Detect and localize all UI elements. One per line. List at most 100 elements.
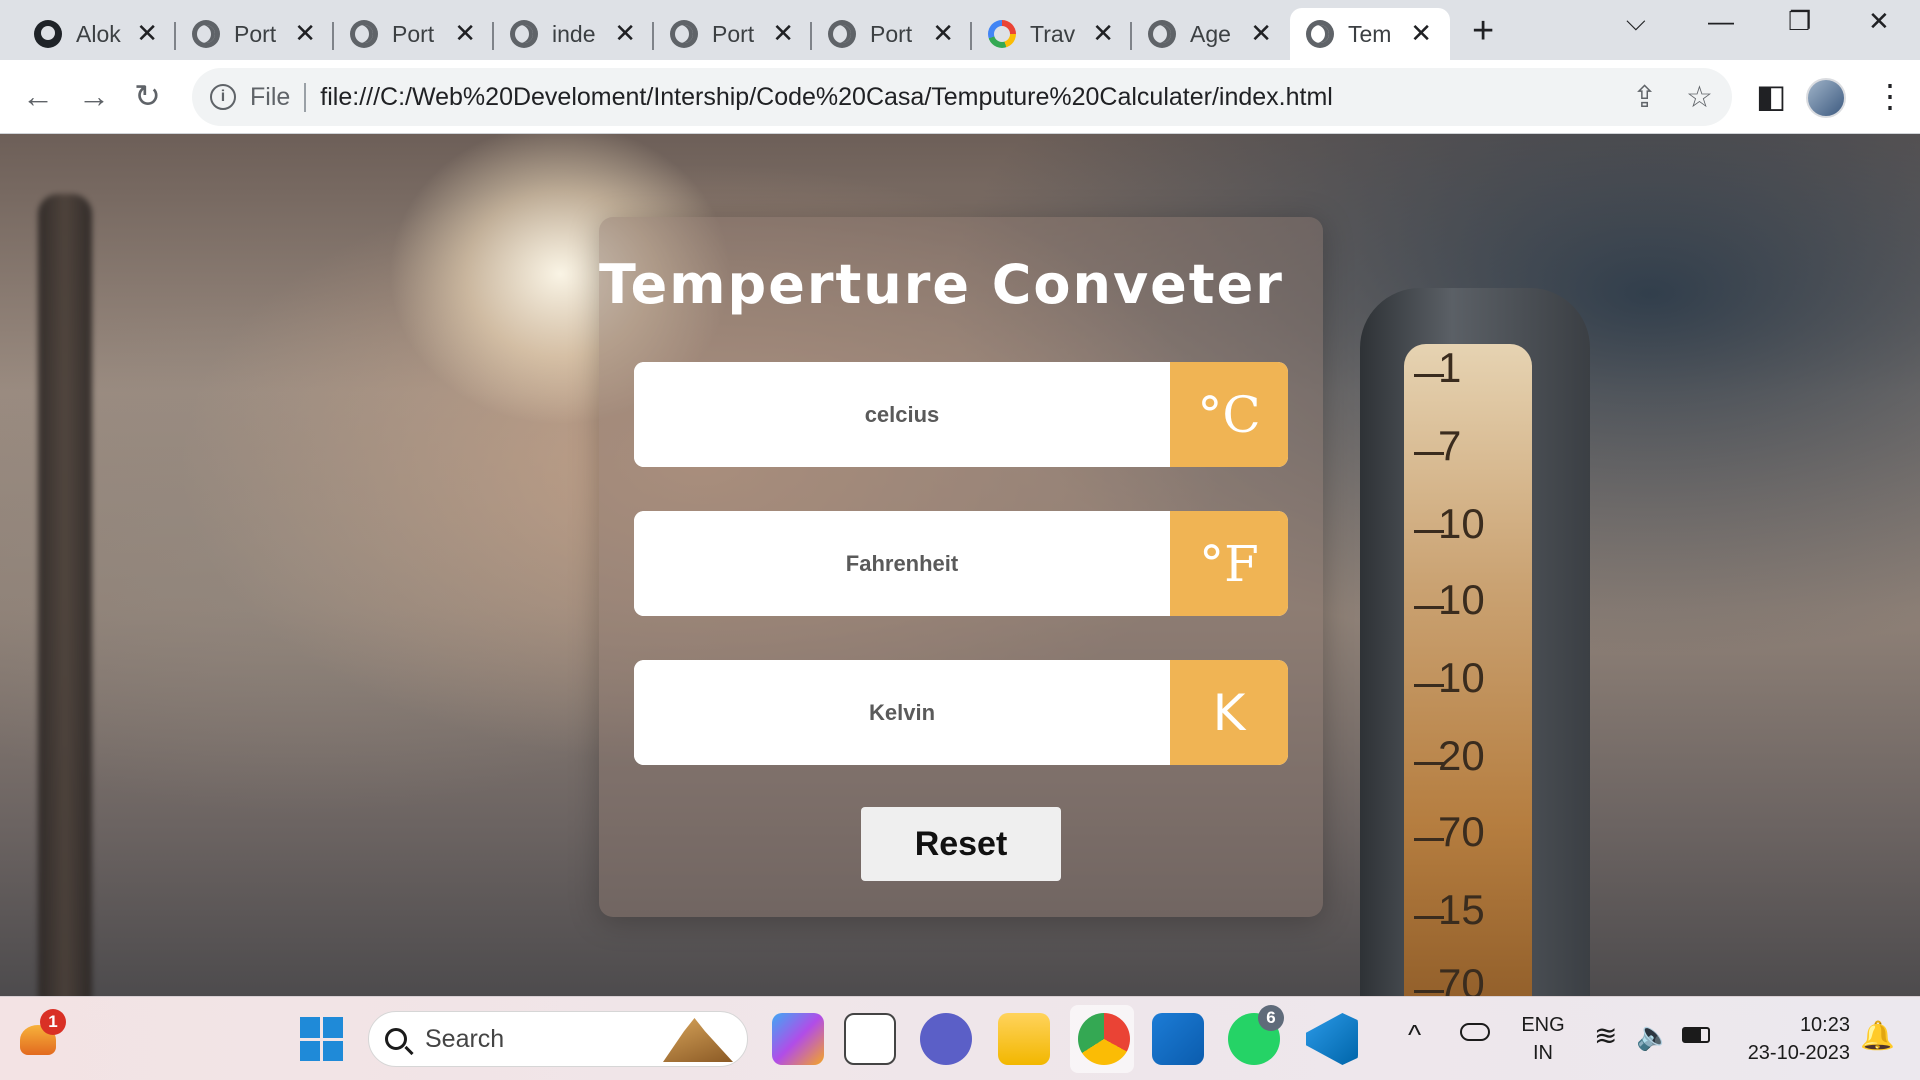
onedrive-icon[interactable]	[1460, 1023, 1490, 1041]
scale-label: 20	[1438, 732, 1485, 779]
clock-time: 10:23	[1799, 1014, 1850, 1036]
tab-active[interactable]: Tem ✕	[1290, 8, 1450, 60]
kelvin-row: K	[634, 660, 1288, 765]
clock[interactable]: 10:23 23-10-2023	[1730, 1011, 1850, 1067]
share-icon[interactable]: ⇪	[1632, 80, 1657, 115]
tab-title: Tem	[1348, 20, 1392, 47]
globe-icon	[192, 20, 220, 48]
task-view-icon[interactable]	[844, 1013, 896, 1065]
scale-label: 1	[1438, 344, 1462, 391]
tab-search-chevron-icon[interactable]: ⌵	[1626, 6, 1646, 38]
page-viewport: 1 7 10 10 10 20 70 15 70 Temperture Conv…	[0, 134, 1920, 996]
close-icon[interactable]: ✕	[294, 20, 316, 46]
scale-label: 15	[1438, 886, 1485, 933]
minimize-icon[interactable]: —	[1708, 6, 1734, 37]
whatsapp-badge: 6	[1258, 1005, 1284, 1031]
start-tile	[300, 1017, 320, 1038]
profile-avatar[interactable]	[1806, 78, 1846, 118]
reset-button[interactable]: Reset	[861, 807, 1061, 881]
fahrenheit-row: °F	[634, 511, 1288, 616]
volume-icon[interactable]: 🔈	[1636, 1019, 1671, 1052]
fahrenheit-unit-label: °F	[1170, 511, 1288, 616]
weather-widget[interactable]: 1	[18, 1009, 66, 1059]
notification-bell-icon[interactable]: 🔔	[1860, 1019, 1895, 1052]
wifi-icon[interactable]: ≋	[1594, 1019, 1617, 1052]
tab-4[interactable]: inde ✕	[494, 8, 654, 60]
clock-date: 23-10-2023	[1747, 1042, 1850, 1064]
teams-chat-icon[interactable]	[920, 1013, 972, 1065]
tab-title: Port	[712, 20, 755, 47]
language-indicator[interactable]: ENG IN	[1518, 1011, 1568, 1067]
fahrenheit-input[interactable]	[634, 511, 1170, 616]
menu-kebab-icon[interactable]: ⋮	[1874, 74, 1906, 118]
file-explorer-icon[interactable]	[998, 1013, 1050, 1065]
start-icon[interactable]	[300, 1017, 344, 1061]
scale-label: 70	[1438, 960, 1485, 996]
scale-label: 70	[1438, 808, 1485, 855]
store-icon[interactable]	[1152, 1013, 1204, 1065]
background-pole	[38, 194, 92, 996]
tab-6[interactable]: Port ✕	[812, 8, 972, 60]
close-icon[interactable]: ✕	[1250, 20, 1272, 46]
battery-icon[interactable]	[1682, 1027, 1710, 1043]
tab-5[interactable]: Port ✕	[654, 8, 812, 60]
side-panel-icon[interactable]: ◧	[1756, 74, 1786, 118]
tab-title: Port	[392, 20, 435, 47]
tab-title: Port	[234, 20, 277, 47]
info-icon[interactable]: i	[210, 84, 236, 110]
close-icon[interactable]: ✕	[772, 20, 794, 46]
github-icon	[34, 20, 62, 48]
address-bar[interactable]: i File file:///C:/Web%20Develoment/Inter…	[192, 68, 1732, 126]
globe-icon	[350, 20, 378, 48]
tab-3[interactable]: Port ✕	[334, 8, 494, 60]
close-icon[interactable]: ✕	[614, 20, 636, 46]
globe-icon	[1306, 20, 1334, 48]
notification-badge: 1	[40, 1009, 66, 1035]
close-icon[interactable]: ✕	[1092, 20, 1114, 46]
close-icon[interactable]: ✕	[136, 20, 158, 46]
tab-title: inde	[552, 20, 596, 47]
search-highlight-image	[663, 1018, 733, 1062]
reload-icon[interactable]: ↻	[134, 74, 161, 118]
search-label: Search	[425, 1024, 505, 1053]
forward-icon[interactable]: →	[78, 74, 110, 118]
tab-title: Trav	[1030, 20, 1076, 47]
tab-7[interactable]: Trav ✕	[972, 8, 1132, 60]
converter-card: Temperture Conveter 🌡 °C °F K Reset	[599, 217, 1323, 917]
new-tab-icon[interactable]: +	[1472, 10, 1494, 53]
whatsapp-icon[interactable]: 6	[1228, 1005, 1284, 1065]
tab-8[interactable]: Age ✕	[1132, 8, 1290, 60]
thermometer-scale: 1 7 10 10 10 20 70 15 70	[1404, 344, 1532, 996]
close-icon[interactable]: ✕	[1410, 20, 1432, 46]
back-icon[interactable]: ←	[22, 74, 54, 118]
language-line: IN	[1533, 1042, 1553, 1064]
scale-label: 10	[1438, 654, 1485, 701]
chrome-icon[interactable]	[1078, 1013, 1130, 1065]
copilot-icon[interactable]	[772, 1013, 824, 1065]
start-tile	[323, 1040, 343, 1061]
scale-label: 10	[1438, 576, 1485, 623]
celsius-unit-label: °C	[1170, 362, 1288, 467]
vscode-icon[interactable]	[1306, 1013, 1358, 1065]
tab-1[interactable]: Alok ✕	[18, 8, 176, 60]
kelvin-unit-label: K	[1170, 660, 1288, 765]
bookmark-star-icon[interactable]: ☆	[1686, 80, 1713, 115]
restore-icon[interactable]: ❐	[1788, 6, 1811, 37]
globe-icon	[510, 20, 538, 48]
celsius-row: °C	[634, 362, 1288, 467]
taskbar: 1 Search 6 ^ ENG IN ≋ 🔈 10:23 23-10-2023…	[0, 996, 1920, 1080]
globe-icon	[670, 20, 698, 48]
taskbar-search[interactable]: Search	[368, 1011, 748, 1067]
url-text[interactable]: file:///C:/Web%20Develoment/Intership/Co…	[320, 83, 1333, 112]
search-icon	[385, 1028, 407, 1050]
tray-chevron-icon[interactable]: ^	[1408, 1019, 1421, 1051]
scale-label: 10	[1438, 500, 1485, 547]
scheme-label: File	[250, 82, 307, 112]
close-icon[interactable]: ✕	[454, 20, 476, 46]
close-icon[interactable]: ✕	[932, 20, 954, 46]
celsius-input[interactable]	[634, 362, 1170, 467]
close-window-icon[interactable]: ✕	[1868, 6, 1890, 37]
browser-toolbar: ← → ↻ i File file:///C:/Web%20Develoment…	[0, 60, 1920, 134]
kelvin-input[interactable]	[634, 660, 1170, 765]
tab-2[interactable]: Port ✕	[176, 8, 334, 60]
